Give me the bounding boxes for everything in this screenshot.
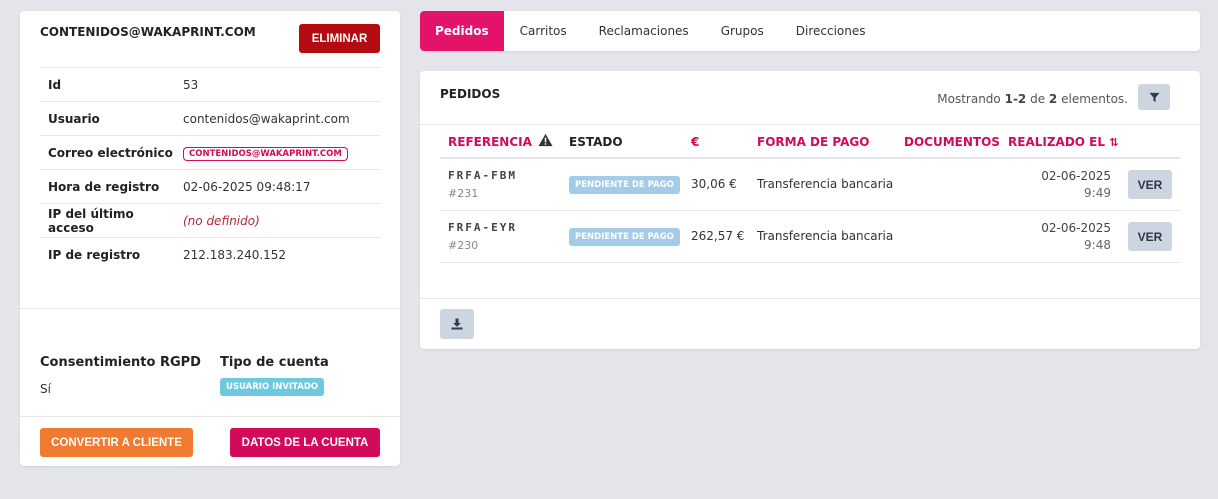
info-value: (no definido) (183, 213, 260, 228)
payment-method: Transferencia bancaria (757, 177, 894, 191)
column-header-payment[interactable]: FORMA DE PAGO (757, 135, 869, 149)
customer-info-table: Id 53 Usuario contenidos@wakaprint.com C… (40, 67, 380, 271)
convert-to-client-button[interactable]: CONVERTIR A CLIENTE (40, 428, 193, 457)
info-value: 212.183.240.152 (183, 247, 287, 262)
account-type-label: Tipo de cuenta (220, 355, 329, 370)
info-value: contenidos@wakaprint.com (183, 111, 350, 126)
download-button[interactable] (440, 309, 474, 339)
info-label: Correo electrónico (48, 145, 173, 160)
pagination-summary: Mostrando 1-2 de 2 elementos. (937, 92, 1128, 106)
view-order-button[interactable]: VER (1128, 170, 1172, 199)
column-header-status: ESTADO (569, 135, 623, 149)
order-number: #230 (448, 239, 479, 252)
order-amount: 30,06 € (691, 177, 737, 191)
info-value: 53 (183, 77, 199, 92)
info-label: Usuario (48, 111, 100, 126)
sort-icon[interactable]: ⇅ (1109, 136, 1118, 149)
delete-button[interactable]: ELIMINAR (299, 24, 380, 53)
account-data-button[interactable]: DATOS DE LA CUENTA (230, 428, 380, 457)
info-value: 02-06-2025 09:48:17 (183, 179, 311, 194)
column-header-date[interactable]: REALIZADO EL ⇅ (1008, 135, 1118, 149)
tab-grupos[interactable]: Grupos (705, 11, 780, 51)
order-number: #231 (448, 187, 479, 200)
order-date: 02-06-2025 (1041, 221, 1111, 235)
filter-icon (1148, 92, 1160, 102)
order-time: 9:49 (1084, 186, 1111, 200)
download-icon (451, 318, 463, 330)
orders-card: PEDIDOS Mostrando 1-2 de 2 elementos. RE… (420, 71, 1200, 349)
info-row-last-ip: IP del último acceso (no definido) (40, 203, 380, 237)
info-row-registration-time: Hora de registro 02-06-2025 09:48:17 (40, 169, 380, 203)
info-label: Id (48, 77, 62, 92)
view-order-button[interactable]: VER (1128, 222, 1172, 251)
tabs-bar: Pedidos Carritos Reclamaciones Grupos Di… (420, 11, 1200, 51)
divider (20, 308, 400, 309)
payment-method: Transferencia bancaria (757, 229, 894, 243)
info-label: Hora de registro (48, 179, 160, 194)
email-badge: CONTENIDOS@WAKAPRINT.COM (183, 146, 348, 161)
tab-carritos[interactable]: Carritos (504, 11, 583, 51)
order-amount: 262,57 € (691, 229, 745, 243)
info-label: IP de registro (48, 247, 141, 262)
divider (20, 416, 400, 417)
order-reference: FRFA-EYR (448, 221, 517, 234)
rgpd-label: Consentimiento RGPD (40, 355, 201, 370)
order-date: 02-06-2025 (1041, 169, 1111, 183)
table-row: FRFA-EYR #230 PENDIENTE DE PAGO 262,57 €… (440, 211, 1180, 263)
status-badge: PENDIENTE DE PAGO (569, 176, 680, 194)
column-header-documents[interactable]: DOCUMENTOS (904, 135, 1000, 149)
info-row-id: Id 53 (40, 67, 380, 101)
warning-icon (538, 133, 553, 147)
info-label: IP del último acceso (48, 206, 134, 235)
tab-direcciones[interactable]: Direcciones (780, 11, 882, 51)
column-header-amount[interactable]: € (691, 135, 699, 149)
info-row-usuario: Usuario contenidos@wakaprint.com (40, 101, 380, 135)
rgpd-value: Sí (40, 382, 51, 396)
customer-card: CONTENIDOS@WAKAPRINT.COM ELIMINAR Id 53 … (20, 11, 400, 466)
tab-reclamaciones[interactable]: Reclamaciones (583, 11, 705, 51)
orders-title: PEDIDOS (440, 87, 501, 101)
order-reference: FRFA-FBM (448, 169, 517, 182)
info-row-registration-ip: IP de registro 212.183.240.152 (40, 237, 380, 271)
customer-email-title: CONTENIDOS@WAKAPRINT.COM (40, 25, 256, 39)
tab-pedidos[interactable]: Pedidos (420, 11, 504, 51)
filter-button[interactable] (1138, 84, 1170, 110)
orders-table-header: REFERENCIA ESTADO € FORMA DE PAGO DOCUME… (440, 125, 1180, 159)
table-row: FRFA-FBM #231 PENDIENTE DE PAGO 30,06 € … (440, 159, 1180, 211)
divider (420, 298, 1200, 299)
order-time: 9:48 (1084, 238, 1111, 252)
column-header-reference[interactable]: REFERENCIA (448, 135, 532, 149)
status-badge: PENDIENTE DE PAGO (569, 228, 680, 246)
account-type-badge: USUARIO INVITADO (220, 378, 325, 396)
info-row-email: Correo electrónico CONTENIDOS@WAKAPRINT.… (40, 135, 380, 169)
